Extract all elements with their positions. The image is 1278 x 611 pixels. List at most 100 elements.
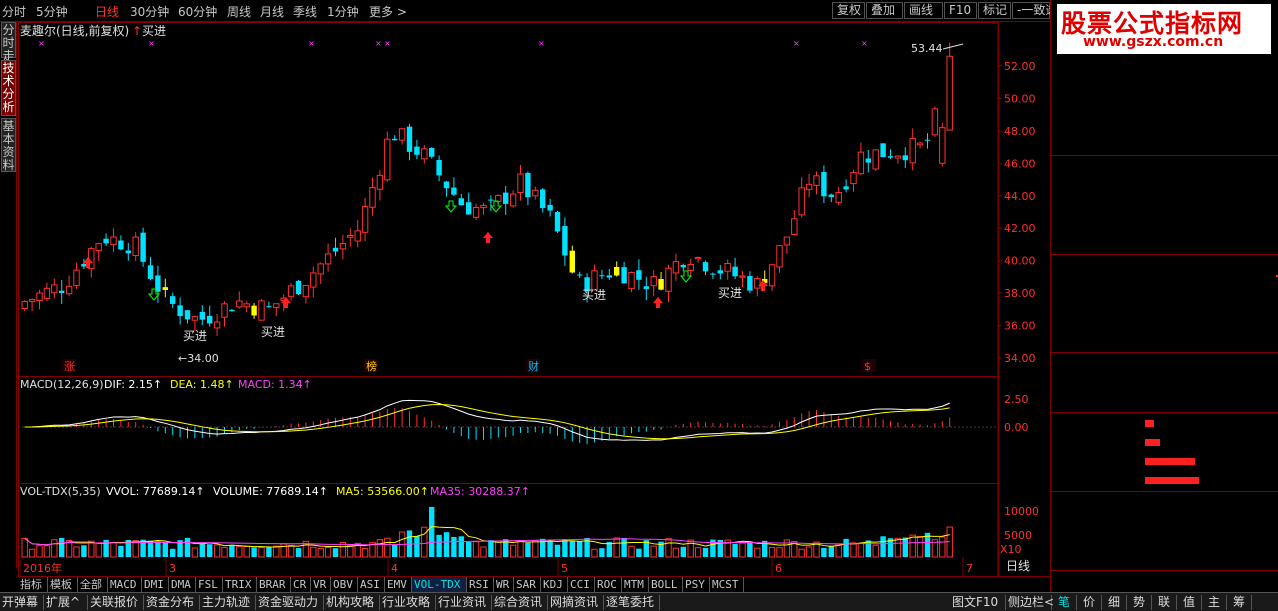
period-6[interactable]: 月线 — [260, 3, 284, 20]
indicator-tab-4[interactable]: DMI — [142, 577, 169, 593]
indicator-tab-20[interactable]: ROC — [595, 577, 622, 593]
candle-body-down — [81, 263, 87, 267]
candle-body-up — [650, 276, 657, 287]
vol-bar-down — [828, 545, 834, 557]
toolbar-button-0[interactable]: 复权 — [832, 2, 865, 19]
status-item-11[interactable]: 逐笔委托 — [604, 595, 660, 610]
side-tab-0[interactable]: 图文F10 — [950, 595, 1006, 610]
vol-bar-down — [414, 536, 420, 557]
indicator-tab-8[interactable]: BRAR — [257, 577, 291, 593]
flow-row-2 — [1053, 452, 1277, 471]
candle-body-up — [191, 316, 199, 321]
period-1[interactable]: 5分钟 — [36, 3, 68, 20]
kline-chart[interactable]: 52.0050.0048.0046.0044.0042.0040.0038.00… — [18, 22, 1050, 577]
day-line-label[interactable]: 日线 — [1006, 559, 1030, 573]
indicator-tab-7[interactable]: TRIX — [223, 577, 257, 593]
vol-bar-up — [191, 547, 199, 558]
status-item-5[interactable]: 资金驱动力 — [256, 595, 324, 610]
vol-bar-up — [480, 546, 487, 558]
vertical-tabs: 分时走势技术分析基本资料 — [0, 22, 17, 567]
indicator-tab-13[interactable]: EMV — [385, 577, 412, 593]
indicator-tab-10[interactable]: VR — [311, 577, 331, 593]
period-0[interactable]: 分时 — [2, 3, 26, 20]
indicator-tab-21[interactable]: MTM — [622, 577, 649, 593]
indicator-tab-18[interactable]: KDJ — [541, 577, 568, 593]
candle-body-down — [229, 309, 235, 312]
candle-body-up — [672, 261, 680, 274]
vol-bar-up — [754, 547, 761, 558]
indicator-tab-0[interactable]: 指标 — [18, 577, 48, 593]
vol-bar-up — [221, 547, 228, 558]
price-tick-label: 36.00 — [1004, 320, 1036, 333]
toolbar-button-4[interactable]: 标记 — [978, 2, 1011, 19]
indicator-tab-1[interactable]: 模板 — [48, 577, 78, 593]
flow-row-3 — [1053, 471, 1277, 490]
price-tick-label: 38.00 — [1004, 287, 1036, 300]
indicator-tab-6[interactable]: FSL — [196, 577, 223, 593]
period-2[interactable]: 日线 — [95, 3, 119, 20]
event-marker: 财 — [528, 359, 539, 373]
candle-body-up — [939, 127, 946, 164]
indicator-tab-14[interactable]: VOL-TDX — [412, 577, 467, 593]
status-item-2[interactable]: 关联报价 — [88, 595, 144, 610]
indicator-tab-22[interactable]: BOLL — [649, 577, 683, 593]
fund-row-0 — [1053, 354, 1277, 373]
indicator-tab-15[interactable]: RSI — [467, 577, 494, 593]
candle-body-down — [392, 138, 398, 141]
status-item-7[interactable]: 行业攻略 — [380, 595, 436, 610]
indicator-tab-17[interactable]: SAR — [514, 577, 541, 593]
indicator-tab-9[interactable]: CR — [291, 577, 311, 593]
indicator-tab-5[interactable]: DMA — [169, 577, 196, 593]
vol-bar-down — [199, 543, 205, 557]
sell-level-4 — [1053, 134, 1277, 153]
vtab-2[interactable]: 基本资料 — [1, 118, 16, 172]
indicator-tab-11[interactable]: OBV — [331, 577, 358, 593]
vol-bar-down — [562, 539, 568, 557]
period-7[interactable]: 季线 — [293, 3, 317, 20]
date-label: 3 — [169, 562, 176, 575]
period-9[interactable]: 更多 > — [369, 3, 407, 20]
toolbar-button-1[interactable]: 叠加 — [866, 2, 903, 19]
vtab-0[interactable]: 分时走势 — [1, 22, 16, 76]
status-item-1[interactable]: 扩展^ — [44, 595, 88, 610]
vol-bar-down — [443, 532, 450, 557]
candle-body-up — [694, 257, 702, 260]
indicator-tab-12[interactable]: ASI — [358, 577, 385, 593]
status-item-6[interactable]: 机构攻略 — [324, 595, 380, 610]
status-item-3[interactable]: 资金分布 — [144, 595, 200, 610]
period-4[interactable]: 60分钟 — [178, 3, 217, 20]
vol-bar-up — [517, 541, 524, 558]
status-item-9[interactable]: 综合资讯 — [492, 595, 548, 610]
period-5[interactable]: 周线 — [227, 3, 251, 20]
status-item-10[interactable]: 网摘资讯 — [548, 595, 604, 610]
indicator-tab-3[interactable]: MACD — [108, 577, 142, 593]
candle-body-up — [532, 189, 539, 197]
candle-body-down — [880, 143, 886, 158]
candle-body-down — [621, 267, 627, 284]
status-item-4[interactable]: 主力轨迹 — [200, 595, 256, 610]
toolbar-button-5[interactable]: -一致选 — [1012, 2, 1057, 19]
side-tab-1[interactable]: 侧边栏< — [1006, 595, 1054, 610]
signal-mark: × — [793, 39, 800, 48]
vol-bar-up — [776, 547, 783, 558]
status-item-0[interactable]: 开弹幕 — [0, 595, 44, 610]
vol-bar-up — [805, 546, 813, 558]
status-item-8[interactable]: 行业资讯 — [436, 595, 492, 610]
price-tick-label: 34.00 — [1004, 352, 1036, 365]
candle-body-up — [317, 263, 324, 275]
vol-bar-down — [525, 542, 531, 557]
vol-bar-up — [317, 547, 324, 558]
toolbar-button-3[interactable]: F10 — [944, 2, 977, 19]
indicator-tab-23[interactable]: PSY — [683, 577, 710, 593]
vtab-1[interactable]: 技术分析 — [1, 60, 16, 116]
vol-name: VOL-TDX(5,35) — [20, 485, 101, 498]
candle-body-down — [540, 189, 546, 209]
indicator-tab-16[interactable]: WR — [494, 577, 514, 593]
indicator-tab-24[interactable]: MCST — [710, 577, 744, 593]
period-8[interactable]: 1分钟 — [327, 3, 359, 20]
toolbar-button-2[interactable]: 画线 — [904, 2, 943, 19]
indicator-tab-19[interactable]: CCI — [568, 577, 595, 593]
indicator-tab-2[interactable]: 全部 — [78, 577, 108, 593]
candle-body-down — [547, 204, 553, 211]
period-3[interactable]: 30分钟 — [130, 3, 169, 20]
